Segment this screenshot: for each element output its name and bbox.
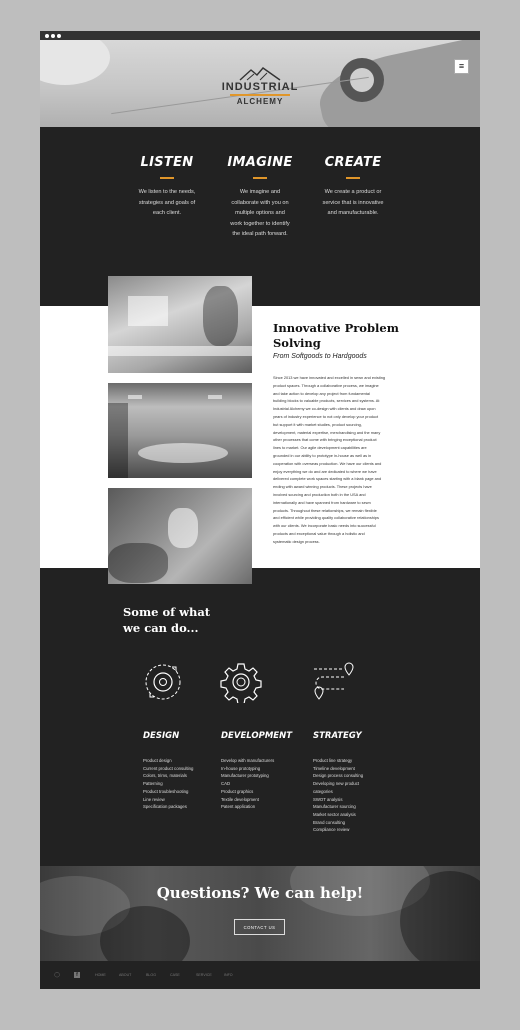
pillar-text: We imagine and collaborate with you on mul… [230,189,290,237]
window-dot[interactable] [57,34,61,38]
article-line: and take action to develop any project f… [273,390,370,396]
service-item: Design process consulting [313,773,364,779]
service-title: DEVELOPMENT [221,731,292,741]
article-line: Industrial Alchemy we co-design with cli… [273,406,376,412]
footer-link-blog[interactable]: BLOG [146,973,156,977]
pillar-title: CREATE [324,155,382,170]
window-dot[interactable] [45,34,49,38]
hero-banner: ≡ INDUSTRIAL ALCHEMY [40,40,480,127]
pillar-create: CREATE We create a product or service tha… [312,155,394,219]
browser-window: ≡ INDUSTRIAL ALCHEMY LISTEN We listen to… [40,31,480,989]
pillar-text: We create a product or service that is in… [322,189,384,216]
logo-text-line2: ALCHEMY [236,97,284,106]
logo-text-line1: INDUSTRIAL [221,81,299,93]
service-item: Product graphics [221,788,254,794]
service-column-development: DEVELOPMENT Develop with manufacturers In… [221,731,321,811]
hamburger-icon: ≡ [458,61,465,71]
site-logo[interactable]: INDUSTRIAL ALCHEMY [220,67,300,117]
service-list: Develop with manufacturers In-house proto… [221,757,321,811]
article-line: other processes that come with bringing … [273,437,377,443]
pillar-text: We listen to the needs, strategies and go… [138,189,196,216]
workshop-photo-material [108,488,252,584]
hero-image-hand [40,40,110,85]
footer-link-home[interactable]: HOME [95,973,106,977]
footer-link-info[interactable]: INFO [224,973,233,977]
service-item: Brand consulting [313,819,346,825]
article: Innovative Problem Solving From Softgoods… [273,321,423,546]
article-line: delivered complete work spaces starting … [273,476,382,482]
instagram-icon[interactable]: ◯ [54,972,60,978]
article-line: products and exceptional value through a… [273,530,365,536]
contact-banner: Questions? We can help! CONTACT US [40,866,480,961]
footer-link-service[interactable]: SERVICE [196,973,212,977]
service-item: Compliance review [313,827,350,833]
service-title: STRATEGY [313,731,362,741]
facebook-icon[interactable]: f [74,972,80,978]
article-line: internationally and have spanned from ha… [273,499,371,505]
article-line: grounded in our ability to prototype in-… [273,452,372,458]
pillar-title: IMAGINE [227,155,293,170]
menu-button[interactable]: ≡ [454,59,469,74]
article-line: Since 2013 we have innovated and excelle… [273,375,386,380]
article-line: cooperation with overseas production. We… [273,460,382,466]
gear-cycle-icon [145,664,181,700]
workshop-photo-studio [108,383,252,478]
article-line: product spaces. Through a collaborative … [273,382,379,388]
article-line: development, material expertise, merchan… [273,429,381,435]
pillar-title: LISTEN [140,155,194,170]
article-line: and efficient while providing quality co… [273,515,379,521]
service-item: In-house prototyping [221,765,261,771]
logo-accent-bar [230,94,290,96]
service-item: SWOT analysis [313,796,343,802]
article-line: lines to market. Our agile development c… [273,445,367,451]
pillar-underline [346,177,360,179]
footer-link-case[interactable]: CASE [170,973,180,977]
browser-toolbar [40,31,480,40]
service-item: Timeline development [313,765,355,771]
service-item: Market sector analysis [313,811,356,817]
service-item: Patent application [221,804,256,810]
service-item: Developing new product [313,781,360,787]
gear-icon [220,663,262,703]
pillar-imagine: IMAGINE We imagine and collaborate with y… [219,155,301,240]
pillar-underline [253,177,267,179]
site-footer: ◯ f HOME ABOUT BLOG CASE SERVICE INFO [40,961,480,989]
article-line: products. Throughout these relationships… [273,507,377,513]
hero-image-machine [312,40,480,127]
service-item: Develop with manufacturers [221,758,275,763]
mountain-icon [239,67,281,81]
pillar-listen: LISTEN We listen to the needs, strategies… [126,155,208,219]
article-line: building blocks to valuable products, se… [273,398,380,404]
service-item: Product line strategy [313,758,353,763]
contact-us-button[interactable]: CONTACT US [234,919,285,935]
article-line: ending with award winning products. Thes… [273,484,372,490]
service-column-strategy: STRATEGY Product line strategy Timeline d… [313,731,413,834]
workshop-photo-sewing [108,276,252,373]
footer-link-about[interactable]: ABOUT [119,973,131,977]
service-item: Manufacturer sourcing [313,804,356,810]
pillar-underline [160,177,174,179]
article-subtitle: From Softgoods to Hardgoods [273,353,367,360]
article-line: involved sourcing and production both in… [273,491,366,497]
article-body: Since 2013 we have innovated and excelle… [273,374,423,546]
article-line: but support it with market studies, prod… [273,421,362,427]
article-line: years of industry experience to not only… [273,413,379,419]
window-dot[interactable] [51,34,55,38]
article-line: with our clients. We incorporate basic n… [273,523,376,529]
contact-heading: Questions? We can help! [156,884,364,902]
service-item: Manufacturer prototyping [221,773,269,779]
article-title: Innovative Problem Solving [273,321,399,350]
article-line: systematic design process. [273,538,320,544]
services-heading: Some of what we can do... [123,605,211,635]
route-map-icon [314,662,354,700]
service-item: Textile development [221,796,259,802]
service-item: CAD [221,781,231,787]
article-line: enjoy everything we do and are dedicated… [273,468,377,474]
service-list: Product line strategy Timeline developmen… [313,757,413,834]
service-item: categories [313,788,333,794]
